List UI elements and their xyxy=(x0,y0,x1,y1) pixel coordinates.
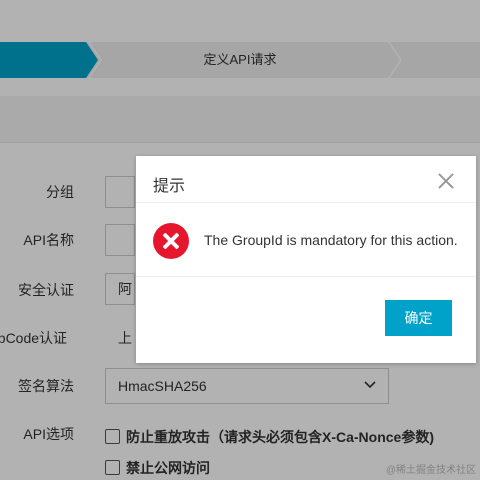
close-icon[interactable] xyxy=(436,171,456,191)
error-icon xyxy=(153,223,189,259)
dialog-divider-top xyxy=(136,202,476,203)
dialog-title: 提示 xyxy=(153,178,186,195)
dialog-message: The GroupId is mandatory for this action… xyxy=(204,232,458,248)
alert-dialog: 提示 The GroupId is mandatory for this act… xyxy=(136,156,476,363)
dialog-divider-bottom xyxy=(136,276,476,277)
ok-button[interactable]: 确定 xyxy=(385,300,452,336)
